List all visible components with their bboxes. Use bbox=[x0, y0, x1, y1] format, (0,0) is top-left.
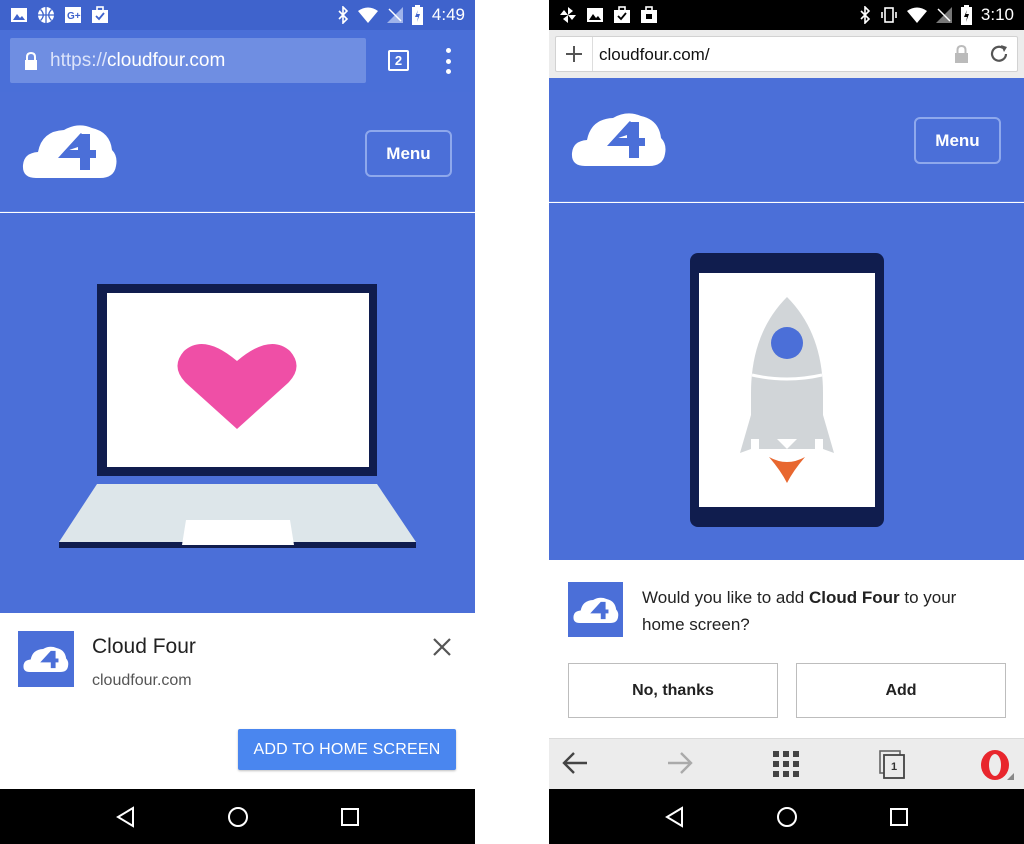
signal-off-icon bbox=[935, 7, 952, 23]
no-thanks-button[interactable]: No, thanks bbox=[568, 663, 778, 718]
opera-menu-icon[interactable] bbox=[979, 748, 1015, 782]
address-bar[interactable]: cloudfour.com/ bbox=[555, 36, 1018, 72]
plus-icon[interactable] bbox=[564, 44, 584, 64]
prompt-text-before: Would you like to add bbox=[642, 588, 809, 607]
reload-icon[interactable] bbox=[988, 43, 1010, 65]
home-icon[interactable] bbox=[776, 806, 798, 828]
svg-text:G+: G+ bbox=[67, 11, 81, 22]
add-to-home-screen-banner: Cloud Four cloudfour.com ADD TO HOME SCR… bbox=[0, 613, 475, 789]
tab-count: 1 bbox=[891, 761, 898, 773]
cloud-four-logo[interactable] bbox=[22, 122, 118, 180]
menu-button[interactable]: Menu bbox=[914, 117, 1001, 164]
cloud-four-logo bbox=[23, 646, 69, 672]
site-header: Menu bbox=[0, 92, 475, 212]
wifi-icon bbox=[906, 7, 927, 23]
url-host: cloudfour.com bbox=[107, 49, 226, 71]
menu-button[interactable]: Menu bbox=[365, 130, 452, 177]
bluetooth-icon bbox=[860, 6, 871, 24]
image-notification-icon bbox=[11, 8, 27, 22]
tablet-rocket-illustration bbox=[690, 253, 884, 527]
browser-toolbar: https://cloudfour.com 2 bbox=[0, 30, 475, 92]
site-header: Menu bbox=[549, 78, 1024, 202]
hero-illustration bbox=[0, 213, 475, 613]
lock-icon bbox=[955, 45, 968, 63]
wifi-icon bbox=[357, 7, 378, 23]
status-bar: 3:10 bbox=[549, 0, 1024, 30]
add-button[interactable]: Add bbox=[796, 663, 1006, 718]
tabs-button[interactable]: 1 bbox=[878, 750, 906, 780]
cloud-four-logo bbox=[572, 597, 618, 623]
signal-off-icon bbox=[386, 7, 403, 23]
speed-dial-grid-icon[interactable] bbox=[773, 751, 799, 777]
back-arrow-icon[interactable] bbox=[561, 750, 589, 776]
app-name: Cloud Four bbox=[92, 635, 196, 658]
address-bar[interactable]: https://cloudfour.com bbox=[10, 38, 366, 83]
basketball-notification-icon bbox=[38, 7, 54, 23]
prompt-message: Would you like to add Cloud Four to your… bbox=[642, 584, 1002, 638]
status-bar: G+ 4:49 bbox=[0, 0, 475, 30]
bluetooth-icon bbox=[338, 6, 349, 24]
opera-phone-screenshot: 3:10 cloudfour.com/ Menu Would you like … bbox=[549, 0, 1024, 844]
system-nav-bar bbox=[0, 789, 475, 844]
overflow-menu-icon[interactable] bbox=[438, 48, 458, 74]
status-time: 3:10 bbox=[980, 5, 1014, 24]
system-nav-bar bbox=[549, 789, 1024, 844]
laptop-illustration bbox=[59, 284, 416, 548]
battery-charging-icon bbox=[411, 5, 423, 25]
app-icon bbox=[568, 582, 623, 637]
opera-bottom-toolbar: 1 bbox=[549, 738, 1024, 789]
lock-icon bbox=[25, 51, 37, 70]
url-scheme: https:// bbox=[50, 49, 108, 71]
back-icon[interactable] bbox=[115, 805, 137, 828]
bag-check-notification-icon bbox=[92, 6, 108, 23]
app-icon bbox=[18, 631, 74, 687]
tab-switcher-button[interactable]: 2 bbox=[388, 50, 409, 71]
image-notification-icon bbox=[587, 8, 603, 22]
pinwheel-notification-icon bbox=[560, 7, 576, 23]
prompt-app-name: Cloud Four bbox=[808, 588, 900, 607]
vibrate-icon bbox=[881, 7, 897, 23]
add-to-home-screen-button[interactable]: ADD TO HOME SCREEN bbox=[238, 729, 456, 770]
status-time: 4:49 bbox=[431, 5, 465, 24]
back-icon[interactable] bbox=[664, 805, 686, 828]
hero-illustration bbox=[549, 203, 1024, 560]
url-text: cloudfour.com/ bbox=[599, 45, 710, 64]
browser-toolbar: cloudfour.com/ bbox=[549, 30, 1024, 78]
bag-check-notification-icon bbox=[614, 6, 630, 23]
app-url: cloudfour.com bbox=[92, 672, 192, 689]
forward-arrow-icon[interactable] bbox=[666, 750, 694, 776]
close-icon[interactable] bbox=[430, 635, 454, 659]
google-plus-notification-icon: G+ bbox=[65, 7, 81, 23]
home-icon[interactable] bbox=[227, 806, 249, 828]
recents-icon[interactable] bbox=[889, 807, 909, 827]
battery-charging-icon bbox=[960, 5, 972, 25]
add-to-home-screen-prompt: Would you like to add Cloud Four to your… bbox=[549, 560, 1024, 738]
chrome-phone-screenshot: G+ 4:49 https://cloudfour.com 2 Menu Clo… bbox=[0, 0, 475, 844]
cloud-four-logo[interactable] bbox=[571, 110, 667, 168]
url-text: https://cloudfour.com bbox=[50, 50, 225, 72]
recents-icon[interactable] bbox=[340, 807, 360, 827]
bag-notification-icon bbox=[641, 6, 657, 23]
